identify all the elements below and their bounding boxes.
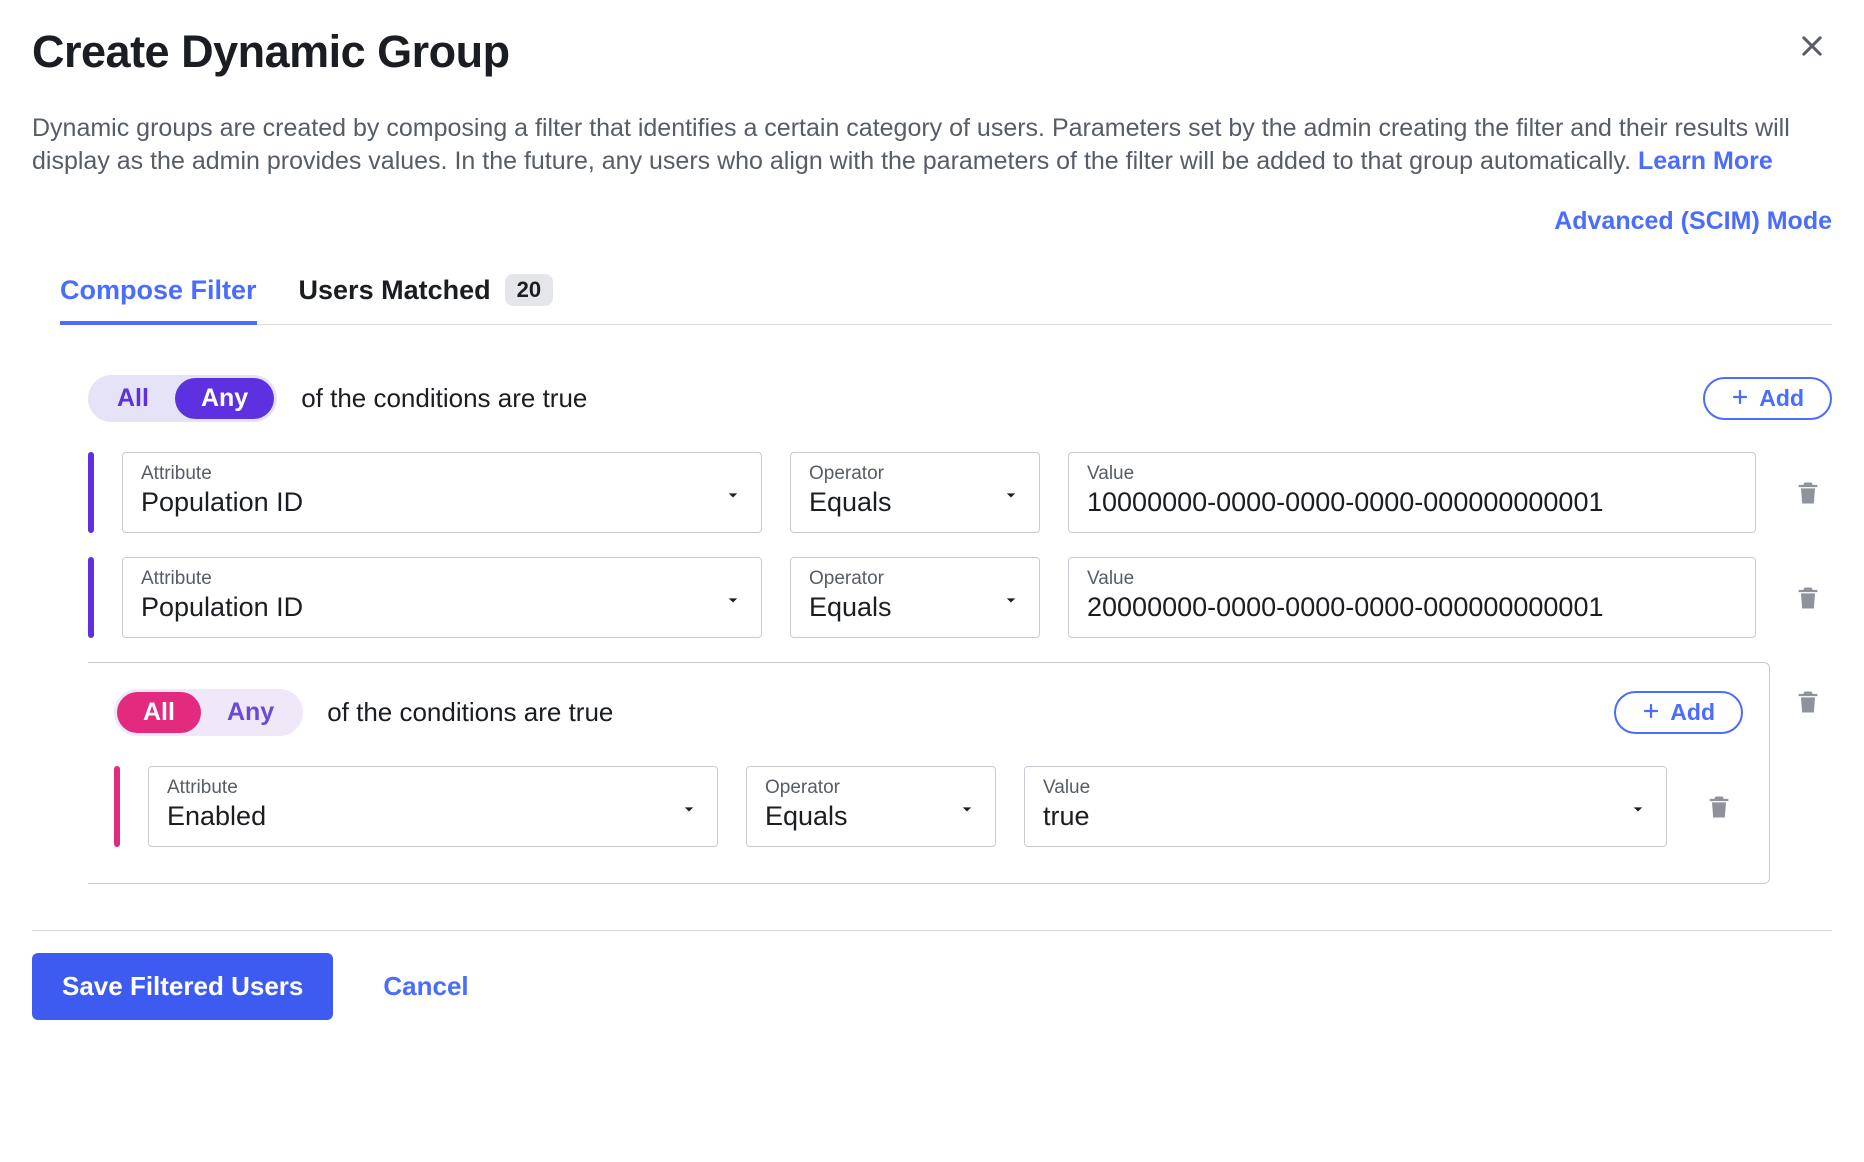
close-button[interactable] xyxy=(1792,26,1832,66)
save-filtered-users-button[interactable]: Save Filtered Users xyxy=(32,953,333,1020)
value-text: true xyxy=(1043,801,1648,832)
field-label-operator: Operator xyxy=(765,777,977,799)
dialog-description: Dynamic groups are created by composing … xyxy=(32,112,1832,178)
row-accent xyxy=(114,766,120,847)
learn-more-link[interactable]: Learn More xyxy=(1638,147,1773,175)
trash-icon xyxy=(1705,793,1733,821)
close-icon xyxy=(1798,32,1826,60)
chevron-down-icon xyxy=(679,799,699,819)
attribute-select[interactable]: Attribute Population ID xyxy=(122,452,762,533)
trash-icon xyxy=(1794,479,1822,507)
toggle-option-any[interactable]: Any xyxy=(201,692,300,733)
dialog-description-text: Dynamic groups are created by composing … xyxy=(32,114,1790,175)
tab-compose-filter-label: Compose Filter xyxy=(60,275,257,306)
tab-users-matched[interactable]: Users Matched 20 xyxy=(299,274,554,324)
chevron-down-icon xyxy=(957,799,977,819)
value-input[interactable]: Value 10000000-0000-0000-0000-0000000000… xyxy=(1068,452,1756,533)
nested-group: All Any of the conditions are true xyxy=(88,662,1770,884)
create-dynamic-group-dialog: Create Dynamic Group Dynamic groups are … xyxy=(0,0,1864,1054)
operator-value: Equals xyxy=(809,592,1021,623)
value-text: 10000000-0000-0000-0000-000000000001 xyxy=(1087,487,1737,518)
field-label-operator: Operator xyxy=(809,463,1021,485)
all-any-toggle-nested: All Any xyxy=(114,689,303,736)
row-accent xyxy=(88,557,94,638)
field-label-value: Value xyxy=(1087,568,1737,590)
operator-select[interactable]: Operator Equals xyxy=(790,452,1040,533)
toggle-option-any[interactable]: Any xyxy=(175,378,274,419)
operator-select[interactable]: Operator Equals xyxy=(790,557,1040,638)
users-matched-count-badge: 20 xyxy=(505,274,553,306)
row-accent xyxy=(88,452,94,533)
toggle-option-all[interactable]: All xyxy=(117,692,201,733)
value-select[interactable]: Value true xyxy=(1024,766,1667,847)
conditions-text: of the conditions are true xyxy=(301,383,587,414)
delete-row-button[interactable] xyxy=(1788,473,1828,513)
attribute-value: Population ID xyxy=(141,487,743,518)
all-any-toggle: All Any xyxy=(88,375,277,422)
field-label-attribute: Attribute xyxy=(141,463,743,485)
condition-row: Attribute Population ID Operator Equals … xyxy=(88,557,1832,638)
field-label-value: Value xyxy=(1087,463,1737,485)
trash-icon xyxy=(1794,584,1822,612)
dialog-footer: Save Filtered Users Cancel xyxy=(32,930,1832,1020)
add-condition-button-nested[interactable]: Add xyxy=(1614,691,1743,734)
delete-row-button[interactable] xyxy=(1699,787,1739,827)
plus-icon xyxy=(1642,701,1660,724)
condition-row: Attribute Enabled Operator Equals xyxy=(114,766,1743,847)
attribute-value: Enabled xyxy=(167,801,699,832)
tab-users-matched-label: Users Matched xyxy=(299,275,491,306)
operator-select[interactable]: Operator Equals xyxy=(746,766,996,847)
chevron-down-icon xyxy=(1628,799,1648,819)
chevron-down-icon xyxy=(723,590,743,610)
nested-group-wrap: All Any of the conditions are true xyxy=(88,662,1832,884)
add-button-label: Add xyxy=(1759,387,1804,410)
trash-icon xyxy=(1794,688,1822,716)
chevron-down-icon xyxy=(1001,485,1021,505)
delete-row-button[interactable] xyxy=(1788,578,1828,618)
field-label-attribute: Attribute xyxy=(167,777,699,799)
add-condition-button[interactable]: Add xyxy=(1703,377,1832,420)
advanced-scim-mode-button[interactable]: Advanced (SCIM) Mode xyxy=(1554,203,1832,240)
field-label-value: Value xyxy=(1043,777,1648,799)
attribute-value: Population ID xyxy=(141,592,743,623)
operator-value: Equals xyxy=(809,487,1021,518)
value-input[interactable]: Value 20000000-0000-0000-0000-0000000000… xyxy=(1068,557,1756,638)
chevron-down-icon xyxy=(1001,590,1021,610)
field-label-operator: Operator xyxy=(809,568,1021,590)
tab-compose-filter[interactable]: Compose Filter xyxy=(60,275,257,324)
add-button-label: Add xyxy=(1670,701,1715,724)
delete-group-button[interactable] xyxy=(1788,682,1828,722)
chevron-down-icon xyxy=(723,485,743,505)
toggle-option-all[interactable]: All xyxy=(91,378,175,419)
group-header: All Any of the conditions are true Add xyxy=(88,375,1832,422)
dialog-title: Create Dynamic Group xyxy=(32,26,510,78)
attribute-select[interactable]: Attribute Population ID xyxy=(122,557,762,638)
tab-bar: Compose Filter Users Matched 20 xyxy=(60,274,1832,325)
condition-row: Attribute Population ID Operator Equals … xyxy=(88,452,1832,533)
compose-filter-panel: All Any of the conditions are true Add xyxy=(60,375,1832,884)
field-label-attribute: Attribute xyxy=(141,568,743,590)
operator-value: Equals xyxy=(765,801,977,832)
attribute-select[interactable]: Attribute Enabled xyxy=(148,766,718,847)
conditions-text: of the conditions are true xyxy=(327,697,613,728)
cancel-button[interactable]: Cancel xyxy=(379,963,472,1010)
value-text: 20000000-0000-0000-0000-000000000001 xyxy=(1087,592,1737,623)
plus-icon xyxy=(1731,387,1749,410)
